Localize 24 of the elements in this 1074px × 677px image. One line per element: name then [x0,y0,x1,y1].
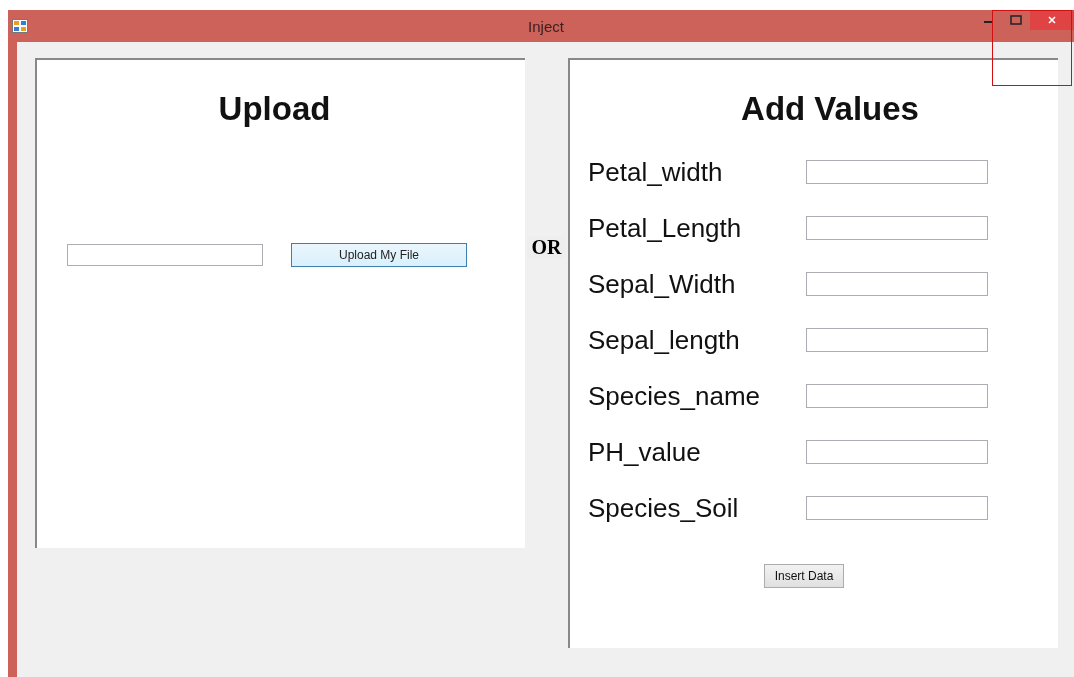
input-field[interactable] [806,272,988,296]
panel-heading: Upload [217,90,332,128]
field-label: Sepal_length [588,324,741,356]
field-label: Sepal_Width [588,268,737,300]
input-field[interactable] [806,216,988,240]
input-field[interactable] [806,440,988,464]
input-field[interactable] [806,384,988,408]
input-field[interactable] [806,328,988,352]
input-field[interactable] [806,496,988,520]
close-button[interactable] [1030,10,1074,30]
field-label: PH_value [588,436,702,468]
field-label: Species_Soil [588,492,740,524]
panel-heading: Add Values [740,90,920,128]
field-label: Species_name [588,380,761,412]
maximize-icon [1010,15,1022,25]
close-icon [1047,15,1057,25]
window-title: Inject [527,17,565,35]
field-label: Petal_Length [588,212,743,244]
upload-button[interactable]: Upload My File [291,243,467,267]
field-label: Petal_width [588,156,724,188]
insert-data-button[interactable]: Insert Data [763,564,845,588]
input-field[interactable] [806,160,988,184]
file-path-field[interactable] [67,244,263,266]
app-icon [12,19,28,33]
